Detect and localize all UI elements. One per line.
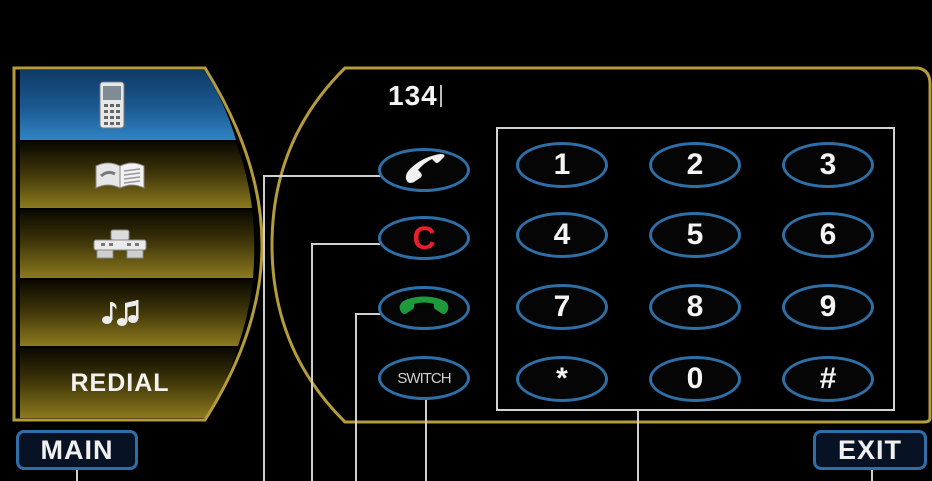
clear-button[interactable]: C (378, 216, 470, 260)
key-label: 7 (553, 290, 571, 323)
key-8[interactable]: 8 (649, 284, 741, 330)
key-label: 9 (819, 290, 837, 323)
clear-label: C (412, 219, 436, 256)
call-log-icon (91, 228, 149, 260)
text-cursor (439, 85, 442, 107)
key-4[interactable]: 4 (516, 212, 608, 258)
key-label: # (819, 362, 837, 395)
key-7[interactable]: 7 (516, 284, 608, 330)
menu-item-music[interactable] (20, 280, 220, 346)
exit-label: EXIT (837, 434, 902, 465)
key-hash[interactable]: # (782, 356, 874, 402)
key-label: 2 (686, 148, 704, 181)
music-icon (100, 298, 140, 328)
key-9[interactable]: 9 (782, 284, 874, 330)
green-phone-icon (396, 294, 452, 323)
handset-icon (399, 153, 449, 188)
phone-icon (99, 81, 125, 129)
key-label: 1 (553, 148, 571, 181)
key-2[interactable]: 2 (649, 142, 741, 188)
switch-label: SWITCH (397, 369, 451, 387)
key-label: 3 (819, 148, 837, 181)
key-label: 6 (819, 218, 837, 251)
handset-button[interactable] (378, 148, 470, 192)
key-3[interactable]: 3 (782, 142, 874, 188)
menu-item-phone[interactable] (20, 70, 204, 140)
exit-button[interactable]: EXIT (813, 430, 927, 470)
switch-button[interactable]: SWITCH (378, 356, 470, 400)
key-6[interactable]: 6 (782, 212, 874, 258)
menu-item-call-log[interactable] (20, 210, 220, 278)
phonebook-icon (94, 160, 146, 190)
main-label: MAIN (40, 434, 114, 465)
redial-label: REDIAL (70, 368, 170, 397)
key-1[interactable]: 1 (516, 142, 608, 188)
key-5[interactable]: 5 (649, 212, 741, 258)
dialed-number: 134 (388, 80, 438, 111)
dialed-number-display: 134 (388, 80, 442, 112)
key-star[interactable]: * (516, 356, 608, 402)
main-button[interactable]: MAIN (16, 430, 138, 470)
key-0[interactable]: 0 (649, 356, 741, 402)
menu-item-phonebook[interactable] (20, 142, 220, 208)
call-button[interactable] (378, 286, 470, 330)
key-label: 0 (686, 362, 704, 395)
menu-item-redial[interactable]: REDIAL (20, 348, 220, 418)
key-label: 8 (686, 290, 704, 323)
key-label: 4 (553, 218, 571, 251)
key-label: * (556, 362, 568, 395)
key-label: 5 (686, 218, 704, 251)
phone-screen: REDIAL 134 C SWITCH 1 2 3 4 5 6 7 8 9 * … (0, 0, 932, 481)
